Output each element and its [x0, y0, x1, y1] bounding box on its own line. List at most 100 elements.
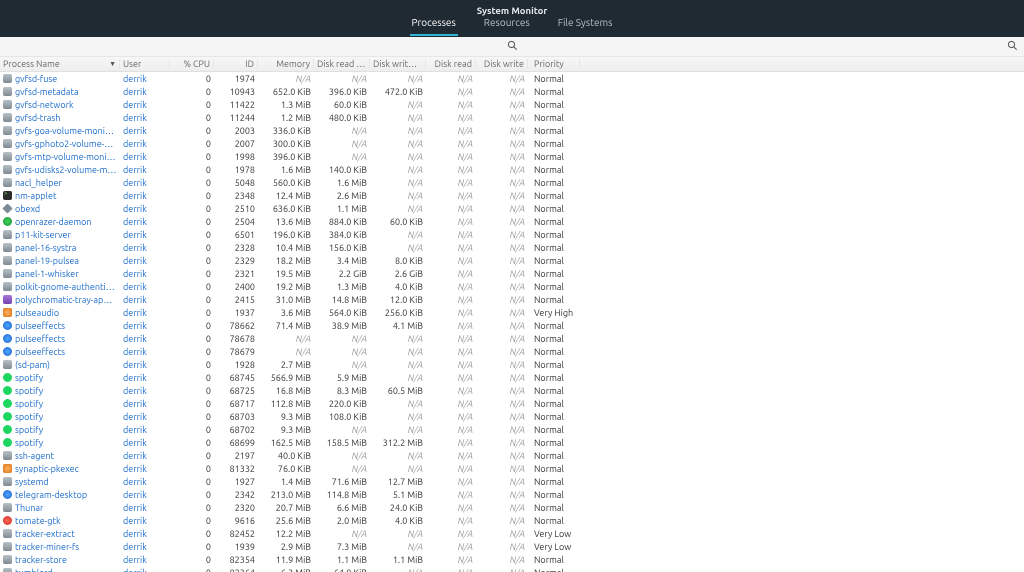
- process-name-link[interactable]: gvfs-mtp-volume-monitor: [15, 152, 117, 162]
- process-name-link[interactable]: polkit-gnome-authentication-agent-1: [15, 282, 117, 292]
- table-row[interactable]: gvfs-mtp-volume-monitorderrik01998396.0 …: [0, 150, 1024, 163]
- col-header-disk-write-total[interactable]: Disk write total: [370, 59, 426, 69]
- process-name-link[interactable]: gvfsd-network: [15, 100, 74, 110]
- table-row[interactable]: Thunarderrik0232020.7 MiB6.6 MiB24.0 KiB…: [0, 501, 1024, 514]
- table-row[interactable]: obexdderrik02510636.0 KiB1.1 MiBN/AN/AN/…: [0, 202, 1024, 215]
- table-row[interactable]: gvfs-udisks2-volume-monitorderrik019781.…: [0, 163, 1024, 176]
- table-row[interactable]: pulseeffectsderrik07866271.4 MiB38.9 MiB…: [0, 319, 1024, 332]
- cell-process-name[interactable]: gvfsd-network: [0, 100, 120, 110]
- table-row[interactable]: ssh-agentderrik0219740.0 KiBN/AN/AN/AN/A…: [0, 449, 1024, 462]
- table-row[interactable]: telegram-desktopderrik02342213.0 MiB114.…: [0, 488, 1024, 501]
- process-name-link[interactable]: gvfs-goa-volume-monitor: [15, 126, 117, 136]
- process-name-link[interactable]: nm-applet: [15, 191, 57, 201]
- search-right-icon[interactable]: [1007, 40, 1018, 54]
- process-name-link[interactable]: spotify: [15, 373, 43, 383]
- cell-user[interactable]: derrik: [120, 399, 170, 409]
- process-name-link[interactable]: ssh-agent: [15, 451, 54, 461]
- table-row[interactable]: spotifyderrik0687029.3 MiBN/AN/AN/AN/ANo…: [0, 423, 1024, 436]
- cell-user[interactable]: derrik: [120, 477, 170, 487]
- cell-process-name[interactable]: Thunar: [0, 503, 120, 513]
- cell-process-name[interactable]: gvfs-udisks2-volume-monitor: [0, 165, 120, 175]
- cell-user[interactable]: derrik: [120, 282, 170, 292]
- col-header-memory[interactable]: Memory: [258, 59, 314, 69]
- cell-process-name[interactable]: tracker-store: [0, 555, 120, 565]
- cell-user[interactable]: derrik: [120, 568, 170, 572]
- table-row[interactable]: gvfsd-fusederrik01974N/AN/AN/AN/AN/ANorm…: [0, 72, 1024, 85]
- cell-process-name[interactable]: p11-kit-server: [0, 230, 120, 240]
- cell-user[interactable]: derrik: [120, 451, 170, 461]
- table-row[interactable]: gvfs-gphoto2-volume-monitorderrik0200730…: [0, 137, 1024, 150]
- table-row[interactable]: p11-kit-serverderrik06501196.0 KiB384.0 …: [0, 228, 1024, 241]
- cell-user[interactable]: derrik: [120, 178, 170, 188]
- cell-user[interactable]: derrik: [120, 126, 170, 136]
- process-name-link[interactable]: systemd: [15, 477, 49, 487]
- cell-user[interactable]: derrik: [120, 490, 170, 500]
- col-header-cpu[interactable]: % CPU: [170, 59, 214, 69]
- process-name-link[interactable]: spotify: [15, 399, 43, 409]
- process-name-link[interactable]: p11-kit-server: [15, 230, 71, 240]
- table-row[interactable]: pulseaudioderrik019373.6 MiB564.0 KiB256…: [0, 306, 1024, 319]
- cell-process-name[interactable]: pulseeffects: [0, 321, 120, 331]
- cell-user[interactable]: derrik: [120, 100, 170, 110]
- cell-user[interactable]: derrik: [120, 74, 170, 84]
- cell-user[interactable]: derrik: [120, 230, 170, 240]
- table-row[interactable]: tracker-extractderrik08245212.2 MiBN/AN/…: [0, 527, 1024, 540]
- cell-process-name[interactable]: spotify: [0, 438, 120, 448]
- cell-user[interactable]: derrik: [120, 360, 170, 370]
- cell-process-name[interactable]: obexd: [0, 204, 120, 214]
- table-row[interactable]: nm-appletderrik0234812.4 MiB2.6 MiBN/AN/…: [0, 189, 1024, 202]
- table-row[interactable]: spotifyderrik0687039.3 MiB108.0 KiBN/AN/…: [0, 410, 1024, 423]
- table-row[interactable]: synaptic-pkexecderrik08133276.0 KiBN/AN/…: [0, 462, 1024, 475]
- cell-process-name[interactable]: spotify: [0, 425, 120, 435]
- cell-user[interactable]: derrik: [120, 295, 170, 305]
- cell-process-name[interactable]: telegram-desktop: [0, 490, 120, 500]
- cell-user[interactable]: derrik: [120, 139, 170, 149]
- cell-process-name[interactable]: spotify: [0, 386, 120, 396]
- cell-process-name[interactable]: openrazer-daemon: [0, 217, 120, 227]
- cell-process-name[interactable]: gvfsd-fuse: [0, 74, 120, 84]
- cell-process-name[interactable]: panel-16-systra: [0, 243, 120, 253]
- tab-filesystems[interactable]: File Systems: [556, 11, 615, 36]
- cell-user[interactable]: derrik: [120, 347, 170, 357]
- table-row[interactable]: (sd-pam)derrik019282.7 MiBN/AN/AN/AN/ANo…: [0, 358, 1024, 371]
- process-name-link[interactable]: panel-16-systra: [15, 243, 76, 253]
- process-name-link[interactable]: panel-19-pulsea: [15, 256, 79, 266]
- col-header-id[interactable]: ID: [214, 59, 258, 69]
- table-row[interactable]: panel-1-whiskerderrik0232119.5 MiB2.2 Gi…: [0, 267, 1024, 280]
- process-name-link[interactable]: panel-1-whisker: [15, 269, 79, 279]
- cell-user[interactable]: derrik: [120, 113, 170, 123]
- cell-user[interactable]: derrik: [120, 308, 170, 318]
- cell-process-name[interactable]: panel-19-pulsea: [0, 256, 120, 266]
- process-name-link[interactable]: gvfsd-trash: [15, 113, 60, 123]
- table-row[interactable]: spotifyderrik068745566.9 MiB5.9 MiBN/AN/…: [0, 371, 1024, 384]
- table-row[interactable]: spotifyderrik068717112.8 MiB220.0 KiBN/A…: [0, 397, 1024, 410]
- cell-user[interactable]: derrik: [120, 152, 170, 162]
- table-row[interactable]: polkit-gnome-authentication-agent-1derri…: [0, 280, 1024, 293]
- cell-process-name[interactable]: tomate-gtk: [0, 516, 120, 526]
- cell-process-name[interactable]: (sd-pam): [0, 360, 120, 370]
- tab-processes[interactable]: Processes: [410, 11, 458, 36]
- tab-resources[interactable]: Resources: [482, 11, 532, 36]
- cell-user[interactable]: derrik: [120, 269, 170, 279]
- table-row[interactable]: pulseeffectsderrik078678N/AN/AN/AN/AN/AN…: [0, 332, 1024, 345]
- col-header-disk-read[interactable]: Disk read: [426, 59, 476, 69]
- cell-user[interactable]: derrik: [120, 464, 170, 474]
- col-header-priority[interactable]: Priority: [528, 59, 580, 69]
- cell-process-name[interactable]: gvfs-mtp-volume-monitor: [0, 152, 120, 162]
- table-row[interactable]: spotifyderrik06872516.8 MiB8.3 MiB60.5 M…: [0, 384, 1024, 397]
- cell-user[interactable]: derrik: [120, 438, 170, 448]
- process-name-link[interactable]: tumblerd: [15, 568, 53, 572]
- table-row[interactable]: systemdderrik019271.4 MiB71.6 MiB12.7 Mi…: [0, 475, 1024, 488]
- process-name-link[interactable]: tracker-store: [15, 555, 67, 565]
- cell-user[interactable]: derrik: [120, 165, 170, 175]
- cell-user[interactable]: derrik: [120, 87, 170, 97]
- table-row[interactable]: spotifyderrik068699162.5 MiB158.5 MiB312…: [0, 436, 1024, 449]
- process-name-link[interactable]: pulseaudio: [15, 308, 59, 318]
- search-bar[interactable]: [0, 37, 1024, 57]
- col-header-disk-read-total[interactable]: Disk read total: [314, 59, 370, 69]
- process-name-link[interactable]: synaptic-pkexec: [15, 464, 79, 474]
- process-name-link[interactable]: pulseeffects: [15, 334, 65, 344]
- process-name-link[interactable]: tomate-gtk: [15, 516, 61, 526]
- cell-user[interactable]: derrik: [120, 555, 170, 565]
- table-row[interactable]: tracker-storederrik08235411.9 MiB1.1 MiB…: [0, 553, 1024, 566]
